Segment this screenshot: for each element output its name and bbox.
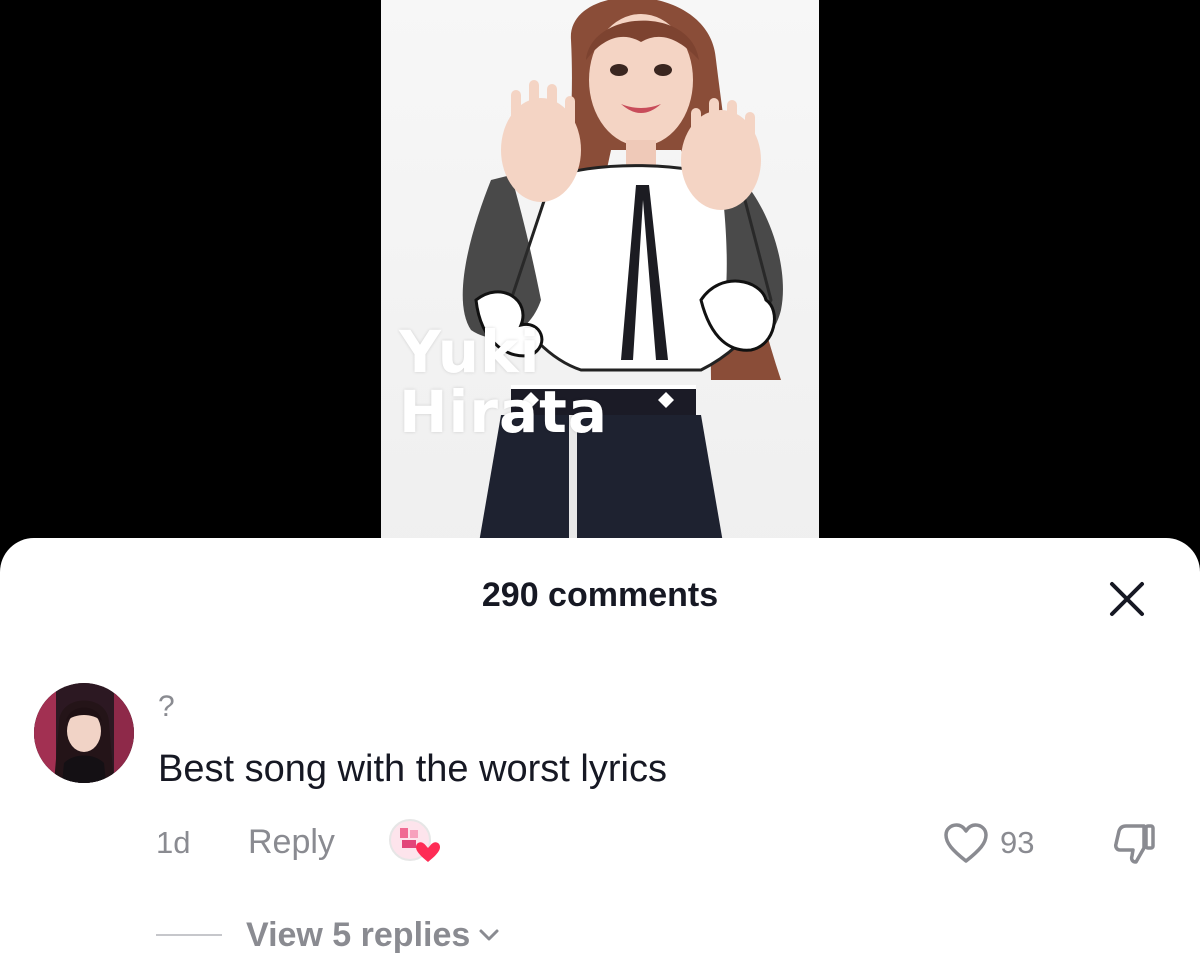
close-button[interactable] xyxy=(1104,576,1150,622)
video-player[interactable]: Yuki Hirata xyxy=(0,0,1200,560)
caption-line-1: Yuki xyxy=(399,318,541,386)
like-count: 93 xyxy=(1000,825,1035,860)
avatar-image xyxy=(34,683,134,783)
close-icon xyxy=(1110,582,1144,616)
avatar[interactable] xyxy=(34,683,134,783)
view-replies-label: View 5 replies xyxy=(246,915,471,954)
view-replies-button[interactable]: View 5 replies xyxy=(156,913,502,957)
video-caption-overlay: Yuki Hirata xyxy=(399,322,608,442)
replies-divider xyxy=(156,934,222,936)
reply-button[interactable]: Reply xyxy=(248,823,335,862)
comment-text: Best song with the worst lyrics xyxy=(158,748,667,790)
chevron-down-icon xyxy=(479,929,499,941)
dislike-button[interactable] xyxy=(1110,820,1158,868)
creator-liked-badge xyxy=(388,818,444,868)
thumbs-down-icon xyxy=(1114,824,1155,864)
comment-username[interactable]: ? xyxy=(158,690,175,724)
video-frame[interactable]: Yuki Hirata xyxy=(381,0,819,560)
comment-timestamp: 1d xyxy=(156,825,191,860)
caption-line-2: Hirata xyxy=(399,378,609,446)
creator-liked-icon xyxy=(389,819,440,862)
comments-count-title: 290 comments xyxy=(481,576,719,614)
comments-sheet: 290 comments ? Best song with the worst … xyxy=(0,538,1200,979)
like-button[interactable]: 93 xyxy=(942,818,1034,868)
video-still-image xyxy=(462,0,783,560)
heart-outline-icon xyxy=(944,823,988,863)
